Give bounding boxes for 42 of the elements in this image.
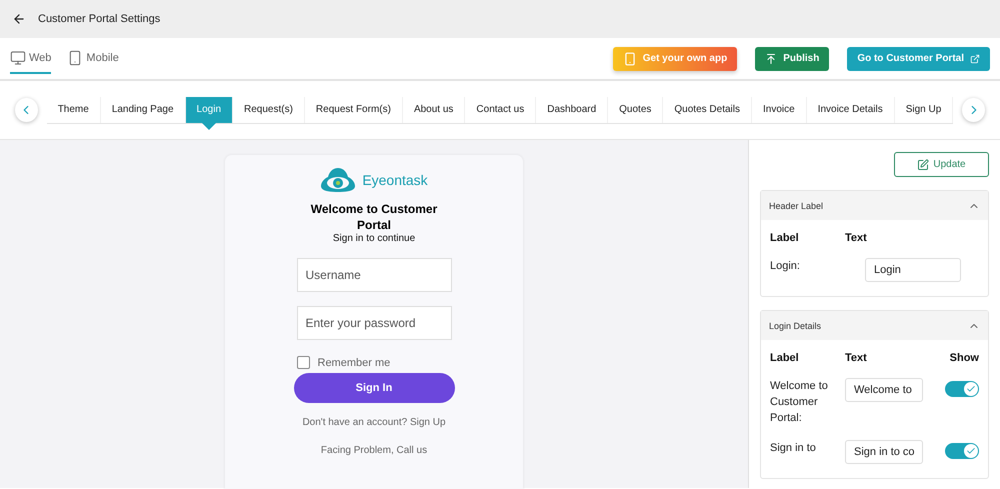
- column-header: Text: [845, 352, 868, 364]
- show-toggle[interactable]: [945, 443, 979, 459]
- row-label: Login:: [770, 259, 801, 274]
- view-tab[interactable]: Mobile: [67, 44, 119, 74]
- logo-icon: [320, 167, 356, 193]
- phone-icon: [622, 52, 637, 66]
- page-title: Customer Portal Settings: [38, 13, 160, 25]
- edit-icon: [917, 158, 930, 170]
- brand-name: Eyeontask: [362, 172, 428, 188]
- column-header: Label: [770, 232, 800, 244]
- row-label: Welcome to Customer Portal:: [770, 379, 829, 426]
- remember-label: Remember me: [318, 356, 390, 368]
- username-field[interactable]: Username: [296, 258, 452, 292]
- column-header: Show: [950, 352, 979, 364]
- text-field[interactable]: Welcome to: [845, 378, 923, 402]
- subtitle: Sign in to continue: [332, 233, 416, 244]
- signup-text: Don't have an account? Sign Up: [302, 416, 446, 430]
- row-label: Sign in to: [770, 441, 817, 456]
- sign-in-button[interactable]: Sign In: [294, 373, 454, 403]
- remember-checkbox[interactable]: [296, 356, 310, 369]
- update-button[interactable]: Update: [894, 152, 989, 177]
- help-text: Facing Problem, Call us: [320, 444, 428, 458]
- tab-pointer: [202, 122, 216, 130]
- publish-button[interactable]: Publish: [755, 46, 830, 70]
- scroll-right-button[interactable]: [962, 98, 985, 122]
- text-field[interactable]: Sign in to co: [845, 440, 923, 464]
- external-link-icon: [970, 54, 980, 64]
- text-field[interactable]: Login: [865, 258, 961, 282]
- monitor-icon: [10, 50, 26, 66]
- scroll-left-button[interactable]: [15, 98, 38, 122]
- check-icon: [966, 384, 976, 394]
- column-header: Text: [845, 232, 868, 244]
- upload-icon: [765, 52, 778, 64]
- view-tab[interactable]: Web: [10, 44, 52, 74]
- section-header[interactable]: Header Label: [761, 191, 988, 220]
- column-header: Label: [770, 352, 800, 364]
- welcome-title: Welcome to Customer Portal: [310, 201, 438, 233]
- check-icon: [966, 446, 976, 456]
- password-field[interactable]: Enter your password: [296, 306, 452, 340]
- section-header[interactable]: Login Details: [761, 311, 988, 340]
- back-icon[interactable]: [12, 12, 26, 26]
- show-toggle[interactable]: [945, 381, 979, 397]
